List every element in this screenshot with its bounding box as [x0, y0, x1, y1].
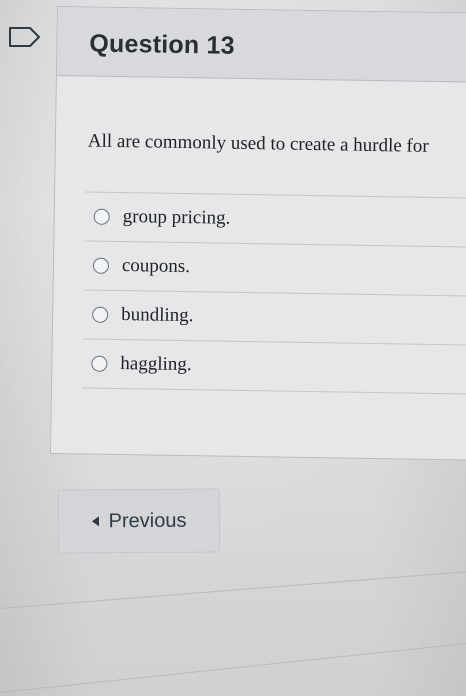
flag-icon[interactable]: [8, 26, 42, 48]
triangle-left-icon: [91, 516, 99, 527]
answer-label: haggling.: [120, 353, 192, 376]
question-header: Question 13: [56, 7, 466, 83]
previous-button[interactable]: Previous: [57, 488, 221, 554]
footer-divider: [0, 571, 466, 609]
answer-option[interactable]: haggling.: [81, 339, 466, 395]
radio-button[interactable]: [91, 355, 108, 372]
question-text: All are commonly used to create a hurdle…: [87, 130, 429, 157]
answer-option[interactable]: bundling.: [82, 290, 466, 346]
answer-option[interactable]: coupons.: [83, 241, 466, 297]
answer-option[interactable]: group pricing.: [84, 192, 466, 248]
answer-label: coupons.: [121, 255, 191, 278]
radio-button[interactable]: [92, 257, 110, 274]
radio-button[interactable]: [93, 208, 110, 225]
answer-options: group pricing. coupons. bundling. haggli…: [81, 191, 466, 395]
question-card: Question 13 All are commonly used to cre…: [49, 6, 466, 461]
footer-divider: [0, 642, 466, 693]
question-title: Question 13: [89, 29, 235, 60]
radio-button[interactable]: [92, 306, 109, 323]
answer-label: bundling.: [120, 304, 194, 327]
previous-label: Previous: [108, 509, 187, 532]
answer-label: group pricing.: [122, 206, 231, 229]
